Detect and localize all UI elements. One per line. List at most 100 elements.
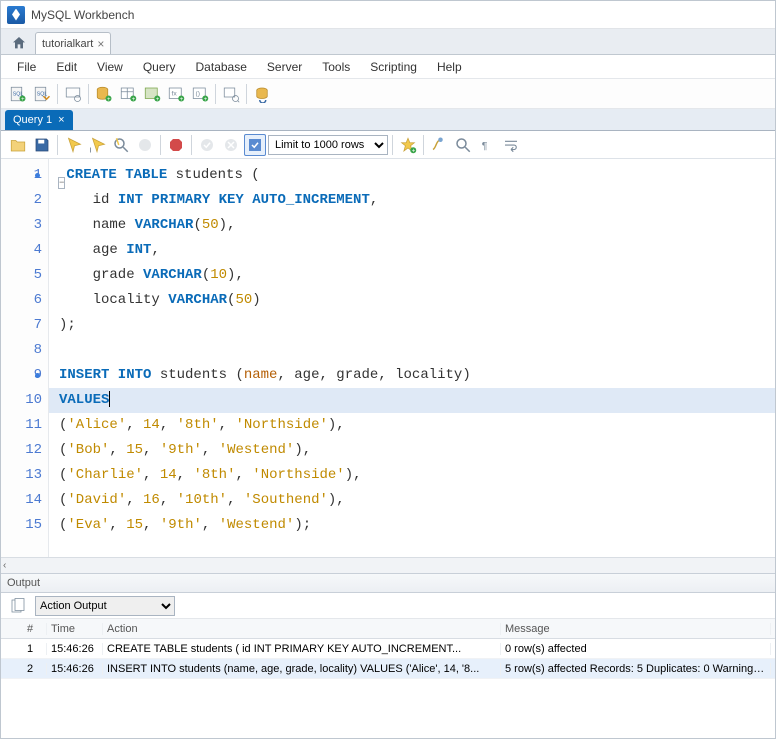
find-icon[interactable] [452, 134, 474, 156]
explain-icon[interactable] [110, 134, 132, 156]
commit-icon[interactable] [196, 134, 218, 156]
menu-edit[interactable]: Edit [46, 56, 87, 78]
query-tab-bar: Query 1 × [1, 109, 775, 131]
action-cell: INSERT INTO students (name, age, grade, … [103, 663, 501, 675]
menu-help[interactable]: Help [427, 56, 472, 78]
code-line[interactable] [59, 338, 775, 363]
db-create-icon[interactable]: + [93, 83, 115, 105]
invisible-chars-icon[interactable]: ¶ [476, 134, 498, 156]
save-icon[interactable] [31, 134, 53, 156]
separator [57, 84, 58, 104]
code-line[interactable]: ); [59, 313, 775, 338]
wrap-icon[interactable] [500, 134, 522, 156]
code-line[interactable]: name VARCHAR(50), [59, 213, 775, 238]
message-cell: 5 row(s) affected Records: 5 Duplicates:… [501, 663, 771, 675]
code-line[interactable]: VALUES [59, 388, 775, 413]
home-bar: tutorialkart × [1, 29, 775, 55]
code-line[interactable]: ('Bob', 15, '9th', 'Westend'), [59, 438, 775, 463]
connection-tab[interactable]: tutorialkart × [35, 32, 111, 54]
db-func-icon[interactable]: ()+ [189, 83, 211, 105]
db-table-icon[interactable]: + [117, 83, 139, 105]
beautify-icon[interactable] [428, 134, 450, 156]
code-line[interactable]: locality VARCHAR(50) [59, 288, 775, 313]
search-table-icon[interactable] [220, 83, 242, 105]
stop-icon[interactable] [134, 134, 156, 156]
home-icon [11, 35, 27, 51]
line-number: 7 [1, 313, 42, 338]
line-number: 3 [1, 213, 42, 238]
code-line[interactable]: age INT, [59, 238, 775, 263]
code-line[interactable]: ('Eva', 15, '9th', 'Westend'); [59, 513, 775, 538]
menu-tools[interactable]: Tools [312, 56, 360, 78]
close-icon[interactable]: × [58, 114, 64, 126]
inspector-icon[interactable] [62, 83, 84, 105]
code-line[interactable]: ('David', 16, '10th', 'Southend'), [59, 488, 775, 513]
col-time: Time [47, 623, 103, 635]
output-panel-header: Output [1, 573, 775, 593]
output-type-select[interactable]: Action Output [35, 596, 175, 616]
line-number: 1 [1, 163, 42, 188]
autocommit-icon[interactable] [244, 134, 266, 156]
connection-tab-label: tutorialkart [42, 38, 93, 50]
menu-file[interactable]: File [7, 56, 46, 78]
query-tab[interactable]: Query 1 × [5, 110, 73, 130]
line-number: 15 [1, 513, 42, 538]
svg-text:+: + [204, 96, 208, 102]
open-file-icon[interactable] [7, 134, 29, 156]
close-icon[interactable]: × [97, 38, 104, 50]
window-title: MySQL Workbench [31, 8, 134, 22]
rollback-icon[interactable] [220, 134, 242, 156]
execute-current-icon[interactable]: I [86, 134, 108, 156]
num-cell: 1 [23, 643, 47, 655]
new-sql-icon[interactable]: SQL+ [7, 83, 29, 105]
query-tab-label: Query 1 [13, 114, 52, 126]
menu-bar: FileEditViewQueryDatabaseServerToolsScri… [1, 55, 775, 79]
menu-scripting[interactable]: Scripting [360, 56, 427, 78]
line-number: 5 [1, 263, 42, 288]
db-view-icon[interactable]: + [141, 83, 163, 105]
row-limit-select[interactable]: Limit to 1000 rows [268, 135, 388, 155]
code-line[interactable]: ('Alice', 14, '8th', 'Northside'), [59, 413, 775, 438]
separator [88, 84, 89, 104]
svg-text:I: I [90, 145, 92, 154]
line-number: 8 [1, 338, 42, 363]
db-proc-icon[interactable]: fx+ [165, 83, 187, 105]
svg-text:+: + [156, 96, 160, 102]
editor-toolbar: I Limit to 1000 rows + ¶ [1, 131, 775, 159]
home-button[interactable] [5, 32, 33, 54]
favorite-icon[interactable]: + [397, 134, 419, 156]
col-message: Message [501, 623, 771, 635]
code-line[interactable]: grade VARCHAR(10), [59, 263, 775, 288]
svg-text:¶: ¶ [482, 139, 488, 151]
code-line[interactable]: −CREATE TABLE students ( [59, 163, 775, 188]
sql-editor[interactable]: 123456789101112131415 −CREATE TABLE stud… [1, 159, 775, 557]
output-panel-label: Output [7, 577, 40, 589]
menu-database[interactable]: Database [186, 56, 257, 78]
code-line[interactable]: id INT PRIMARY KEY AUTO_INCREMENT, [59, 188, 775, 213]
output-table: # Time Action Message 115:46:26CREATE TA… [1, 619, 775, 738]
menu-query[interactable]: Query [133, 56, 186, 78]
svg-text:+: + [132, 96, 136, 102]
separator [246, 84, 247, 104]
reconnect-icon[interactable] [251, 83, 273, 105]
output-clear-icon[interactable] [7, 595, 29, 617]
fold-toggle-icon[interactable]: − [58, 177, 65, 189]
code-line[interactable]: INSERT INTO students (name, age, grade, … [59, 363, 775, 388]
menu-server[interactable]: Server [257, 56, 312, 78]
menu-view[interactable]: View [87, 56, 133, 78]
action-cell: CREATE TABLE students ( id INT PRIMARY K… [103, 643, 501, 655]
code-area[interactable]: −CREATE TABLE students ( id INT PRIMARY … [49, 159, 775, 557]
open-sql-icon[interactable]: SQL [31, 83, 53, 105]
output-row[interactable]: 115:46:26CREATE TABLE students ( id INT … [1, 639, 775, 659]
svg-text:+: + [21, 96, 25, 102]
svg-text:+: + [180, 96, 184, 102]
code-line[interactable]: ('Charlie', 14, '8th', 'Northside'), [59, 463, 775, 488]
editor-scrollbar[interactable]: ‹ [1, 557, 775, 573]
app-icon [7, 6, 25, 24]
line-number: 11 [1, 413, 42, 438]
separator [215, 84, 216, 104]
stop-on-error-icon[interactable] [165, 134, 187, 156]
execute-icon[interactable] [62, 134, 84, 156]
line-number: 12 [1, 438, 42, 463]
output-row[interactable]: 215:46:26INSERT INTO students (name, age… [1, 659, 775, 679]
